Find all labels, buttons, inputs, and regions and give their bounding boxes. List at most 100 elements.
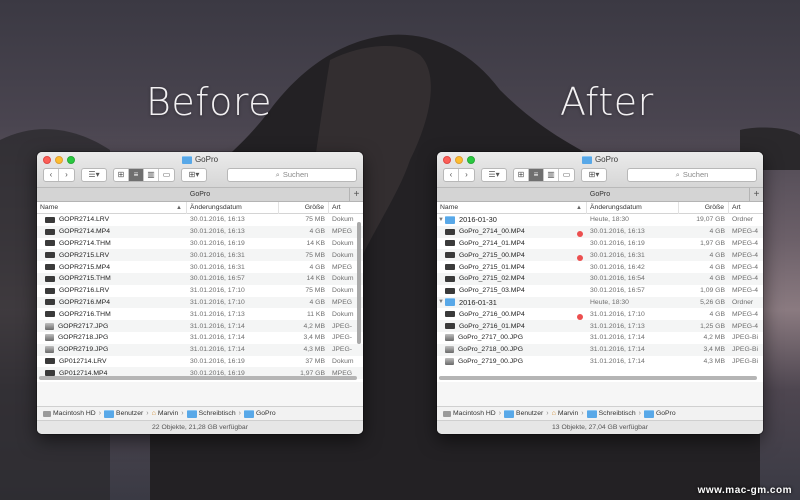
file-row[interactable]: GOPR2716.MP4 31.01.2016, 17:10 4 GB MPEG: [37, 296, 363, 309]
back-button[interactable]: ‹: [444, 168, 459, 181]
column-size[interactable]: Größe: [279, 201, 329, 214]
file-row[interactable]: GoPro_2716_00.MP4 31.01.2016, 17:10 4 GB MP…: [437, 308, 763, 320]
kind-cell: Ordner: [732, 216, 754, 224]
file-row[interactable]: GOPR2714.LRV 30.01.2016, 16:13 75 MB Dokum: [37, 214, 363, 226]
column-date[interactable]: Änderungsdatum: [587, 201, 679, 214]
file-row[interactable]: GoPro_2715_02.MP4 30.01.2016, 16:54 4 GB MP…: [437, 272, 763, 285]
icon-view-button[interactable]: ⊞: [114, 168, 129, 181]
file-row[interactable]: GOPR2719.JPG 31.01.2016, 17:14 4,3 MB JPEG-: [37, 343, 363, 356]
file-row[interactable]: GOPR2716.LRV 31.01.2016, 17:10 75 MB Dokum: [37, 285, 363, 297]
path-separator-icon: ›: [638, 410, 641, 417]
date-cell: 31.01.2016, 17:13: [590, 322, 645, 330]
tab-gopro[interactable]: GoPro: [590, 191, 610, 198]
horizontal-scrollbar[interactable]: [439, 376, 757, 380]
file-row[interactable]: GOPR2717.JPG 31.01.2016, 17:14 4,2 MB JPEG-: [37, 320, 363, 332]
back-button[interactable]: ‹: [44, 168, 59, 181]
disclosure-triangle-icon[interactable]: ▼: [437, 217, 445, 223]
path-item[interactable]: Schreibtisch: [186, 409, 236, 418]
path-separator-icon: ›: [98, 410, 102, 417]
column-name[interactable]: Name ▲: [437, 201, 587, 214]
file-row[interactable]: GoPro_2715_03.MP4 30.01.2016, 16:57 1,09 G…: [437, 285, 763, 297]
file-row[interactable]: GoPro_2719_00.JPG 31.01.2016, 17:14 4,3 MB…: [437, 356, 763, 368]
group-menu[interactable]: ⊞▾: [581, 167, 607, 182]
path-item[interactable]: ⌂ Marvin: [152, 410, 179, 417]
list-view-button[interactable]: ≡: [129, 168, 144, 181]
file-row[interactable]: GoPro_2714_01.MP4 30.01.2016, 16:19 1,97 G…: [437, 238, 763, 250]
file-row[interactable]: GoPro_2718_00.JPG 31.01.2016, 17:14 3,4 MB…: [437, 343, 763, 356]
file-row[interactable]: GoPro_2715_00.MP4 30.01.2016, 16:31 4 GB MP…: [437, 249, 763, 262]
video-file-icon: [445, 240, 455, 247]
column-size[interactable]: Größe: [679, 201, 729, 214]
path-separator-icon: ›: [181, 410, 184, 417]
search-field[interactable]: ⌕ Suchen: [627, 167, 757, 182]
titlebar: GoPro ‹ › ☰▾ ⊞ ≡ ▥ ▭ ⊞▾ ⌕ Suchen: [437, 152, 763, 188]
gallery-view-button[interactable]: ▭: [559, 169, 574, 181]
file-row[interactable]: GoPro_2715_01.MP4 30.01.2016, 16:42 4 GB MP…: [437, 261, 763, 273]
file-row[interactable]: GOPR2718.JPG 31.01.2016, 17:14 3,4 MB JPEG-: [37, 332, 363, 344]
file-row[interactable]: GoPro_2714_00.MP4 30.01.2016, 16:13 4 GB MP…: [437, 225, 763, 238]
vertical-scrollbar[interactable]: [357, 222, 361, 344]
column-view-button[interactable]: ▥: [144, 168, 159, 181]
path-item[interactable]: Benutzer: [104, 409, 143, 418]
status-bar: 22 Objekte, 21,28 GB verfügbar: [37, 420, 363, 434]
forward-button[interactable]: ›: [459, 169, 474, 181]
video-file-icon: [445, 311, 455, 318]
file-row[interactable]: GOPR2716.THM 31.01.2016, 17:13 11 KB Dokum: [37, 308, 363, 320]
path-item[interactable]: Benutzer: [504, 409, 543, 418]
file-row[interactable]: GOPR2714.MP4 30.01.2016, 16:13 4 GB MPEG: [37, 225, 363, 238]
file-row[interactable]: GP012714.LRV 30.01.2016, 16:19 37 MB Dokum: [37, 356, 363, 368]
size-cell: 5,26 GB: [700, 298, 725, 306]
name-cell: GOPR2717.JPG: [37, 322, 187, 330]
path-item[interactable]: Macintosh HD: [443, 410, 496, 417]
video-file-icon: [45, 216, 55, 223]
search-field[interactable]: ⌕ Suchen: [227, 167, 357, 182]
date-cell: 31.01.2016, 17:14: [190, 334, 245, 342]
folder-icon: [504, 409, 515, 418]
folder-row[interactable]: ▼ 2016-01-30 Heute, 18:30 19,07 GB Ordner: [437, 214, 763, 226]
path-item[interactable]: ⌂ Marvin: [552, 410, 579, 417]
forward-button[interactable]: ›: [59, 169, 74, 181]
path-item[interactable]: GoPro: [643, 409, 676, 418]
path-item[interactable]: Schreibtisch: [586, 409, 636, 418]
path-item[interactable]: Macintosh HD: [43, 410, 96, 417]
name-cell: GOPR2716.LRV: [37, 287, 187, 294]
arrange-menu[interactable]: ☰▾: [81, 167, 107, 182]
file-row[interactable]: GoPro_2716_01.MP4 31.01.2016, 17:13 1,25 G…: [437, 320, 763, 332]
column-view-button[interactable]: ▥: [544, 168, 559, 181]
column-name[interactable]: Name ▲: [37, 201, 187, 214]
name-cell: GoPro_2714_00.MP4: [437, 228, 587, 238]
file-row[interactable]: GoPro_2717_00.JPG 31.01.2016, 17:14 4,2 MB…: [437, 332, 763, 344]
date-cell: 31.01.2016, 17:10: [190, 287, 245, 295]
size-cell: 4 GB: [709, 310, 726, 318]
file-row[interactable]: GOPR2715.MP4 30.01.2016, 16:31 4 GB MPEG: [37, 261, 363, 273]
horizontal-scrollbar[interactable]: [39, 376, 357, 380]
new-tab-button[interactable]: +: [749, 188, 763, 202]
size-cell: 3,4 MB: [703, 346, 725, 354]
folder-row[interactable]: ▼ 2016-01-31 Heute, 18:30 5,26 GB Ordner: [437, 296, 763, 309]
column-kind[interactable]: Art: [329, 202, 363, 214]
new-tab-button[interactable]: +: [349, 188, 363, 202]
video-file-icon: [445, 252, 455, 259]
disclosure-triangle-icon[interactable]: ▼: [437, 299, 445, 305]
file-row[interactable]: GOPR2715.THM 30.01.2016, 16:57 14 KB Dokum: [37, 272, 363, 285]
icon-view-button[interactable]: ⊞: [514, 168, 529, 181]
group-menu[interactable]: ⊞▾: [181, 167, 207, 182]
window-title: GoPro: [437, 155, 763, 164]
size-cell: 37 MB: [305, 357, 325, 365]
tab-gopro[interactable]: GoPro: [190, 191, 210, 198]
name-cell: GoPro_2715_01.MP4: [437, 264, 587, 271]
arrange-menu[interactable]: ☰▾: [481, 167, 507, 182]
file-row[interactable]: GOPR2714.THM 30.01.2016, 16:19 14 KB Dokum: [37, 238, 363, 250]
file-name: GoPro_2714_01.MP4: [459, 239, 525, 247]
file-name: GOPR2714.LRV: [59, 216, 110, 224]
column-date[interactable]: Änderungsdatum: [187, 201, 279, 214]
date-cell: 30.01.2016, 16:19: [590, 239, 645, 247]
column-kind[interactable]: Art: [729, 202, 763, 214]
list-view-button[interactable]: ≡: [529, 168, 544, 181]
path-item[interactable]: GoPro: [243, 409, 276, 418]
image-file-icon: [45, 322, 54, 330]
gallery-view-button[interactable]: ▭: [159, 169, 174, 181]
file-row[interactable]: GOPR2715.LRV 30.01.2016, 16:31 75 MB Dokum: [37, 249, 363, 262]
file-name: GoPro_2714_00.MP4: [459, 228, 525, 236]
name-cell: GoPro_2715_03.MP4: [437, 287, 587, 294]
